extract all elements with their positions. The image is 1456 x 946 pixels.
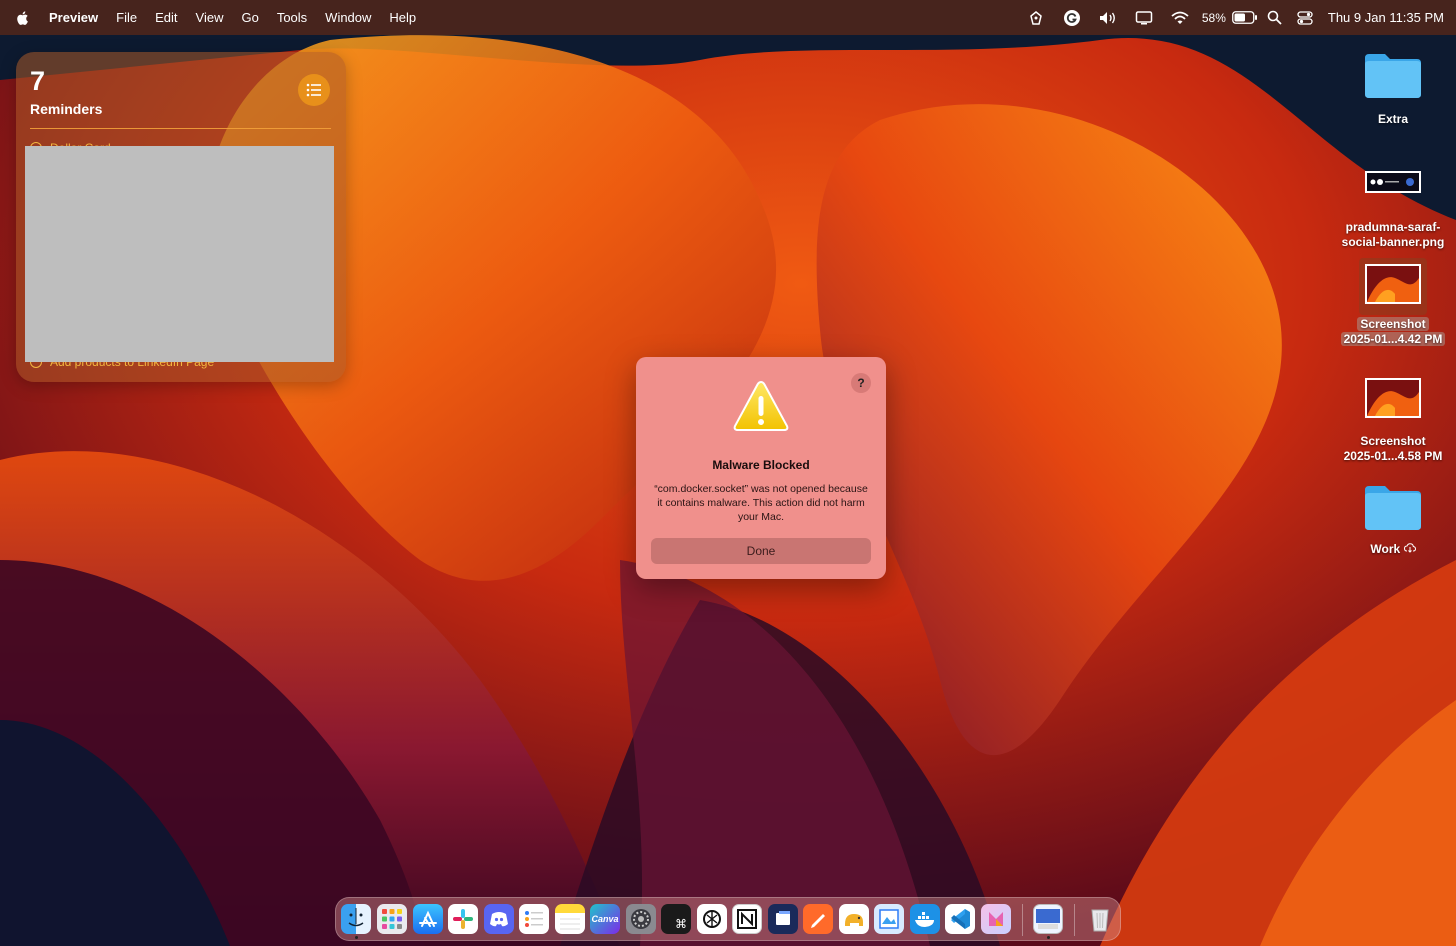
folder-icon	[1365, 486, 1421, 530]
status-app-icon[interactable]	[1018, 0, 1054, 35]
discord-icon[interactable]	[484, 904, 514, 934]
wifi-icon[interactable]	[1162, 0, 1198, 35]
menu-app-name[interactable]: Preview	[40, 0, 107, 35]
help-button[interactable]: ?	[851, 373, 871, 393]
menu-window[interactable]: Window	[316, 0, 380, 35]
dialog-message: “com.docker.socket” was not opened becau…	[654, 483, 868, 523]
docker-icon[interactable]	[910, 904, 940, 934]
desktop-file-screenshot-1[interactable]: Screenshot 2025-01...4.42 PM	[1333, 258, 1453, 347]
pencil-app-icon[interactable]	[803, 904, 833, 934]
preview-window-icon[interactable]	[1033, 904, 1063, 934]
trash-icon[interactable]	[1085, 904, 1115, 934]
finder-icon[interactable]	[341, 904, 371, 934]
design-app-icon[interactable]	[981, 904, 1011, 934]
desktop-folder-work[interactable]: Work	[1333, 482, 1453, 557]
desktop-file-screenshot-2[interactable]: Screenshot 2025-01...4.58 PM	[1333, 378, 1453, 464]
preview-app-icon[interactable]	[874, 904, 904, 934]
battery-icon[interactable]	[1230, 0, 1260, 35]
spotlight-search-icon[interactable]	[1260, 0, 1290, 35]
selection-highlight	[1359, 258, 1427, 315]
menu-view[interactable]: View	[187, 0, 233, 35]
apple-menu-icon[interactable]	[14, 9, 32, 27]
terminal-icon[interactable]: ⌘	[661, 904, 691, 934]
slack-icon[interactable]	[448, 904, 478, 934]
menu-tools[interactable]: Tools	[268, 0, 316, 35]
notion-icon[interactable]	[732, 904, 762, 934]
menu-edit[interactable]: Edit	[146, 0, 186, 35]
dialog-title: Malware Blocked	[712, 458, 810, 472]
screenshot-thumbnail-icon	[1365, 378, 1421, 418]
menu-help[interactable]: Help	[380, 0, 425, 35]
dock: Canva ⌘	[335, 897, 1121, 941]
app-store-icon[interactable]	[413, 904, 443, 934]
desktop-icon-label: Screenshot 2025-01...4.42 PM	[1340, 317, 1446, 347]
desktop-icon-label: Screenshot 2025-01...4.58 PM	[1343, 434, 1443, 463]
icloud-download-icon	[1403, 543, 1416, 553]
desktop-icon-label: pradumna-saraf-social-banner.png	[1341, 220, 1445, 249]
desktop-file-social-banner[interactable]: pradumna-saraf-social-banner.png	[1333, 171, 1453, 250]
reminders-divider	[30, 128, 331, 129]
menu-bar: Preview File Edit View Go Tools Window H…	[0, 0, 1456, 35]
chatgpt-icon[interactable]	[697, 904, 727, 934]
folder-icon	[1365, 54, 1421, 98]
launchpad-icon[interactable]	[377, 904, 407, 934]
desktop-icon-label: Extra	[1377, 112, 1409, 126]
canva-icon[interactable]: Canva	[590, 904, 620, 934]
dock-separator	[1074, 904, 1075, 936]
system-settings-icon[interactable]	[626, 904, 656, 934]
reminders-title: Reminders	[30, 101, 103, 117]
documents-app-icon[interactable]	[768, 904, 798, 934]
reminders-widget[interactable]: 7 Reminders Dollar Card Add products to …	[16, 52, 346, 382]
screenshot-thumbnail-icon	[1365, 264, 1421, 304]
menu-file[interactable]: File	[107, 0, 146, 35]
dock-separator	[1022, 904, 1023, 936]
control-center-icon[interactable]	[1290, 0, 1320, 35]
redacted-area	[25, 146, 334, 362]
reminders-list-icon[interactable]	[298, 74, 330, 106]
elephant-app-icon[interactable]	[839, 904, 869, 934]
desktop-icon-label: Work	[1370, 542, 1416, 557]
notes-icon[interactable]	[555, 904, 585, 934]
grammarly-icon[interactable]	[1054, 0, 1090, 35]
reminders-app-icon[interactable]	[519, 904, 549, 934]
running-indicator	[355, 936, 358, 939]
volume-icon[interactable]	[1090, 0, 1126, 35]
malware-blocked-dialog: ? Malware Blocked “com.docker.socket” wa…	[636, 357, 886, 579]
vscode-icon[interactable]	[945, 904, 975, 934]
battery-percent: 58%	[1201, 10, 1226, 25]
warning-icon	[733, 380, 789, 431]
reminders-count: 7	[30, 66, 46, 96]
image-thumbnail-icon	[1365, 171, 1421, 193]
menu-go[interactable]: Go	[232, 0, 267, 35]
running-indicator	[1047, 936, 1050, 939]
desktop-folder-extra[interactable]: Extra	[1333, 50, 1453, 127]
done-button[interactable]: Done	[651, 538, 871, 564]
display-icon[interactable]	[1126, 0, 1162, 35]
menu-clock[interactable]: Thu 9 Jan 11:35 PM	[1320, 10, 1444, 25]
